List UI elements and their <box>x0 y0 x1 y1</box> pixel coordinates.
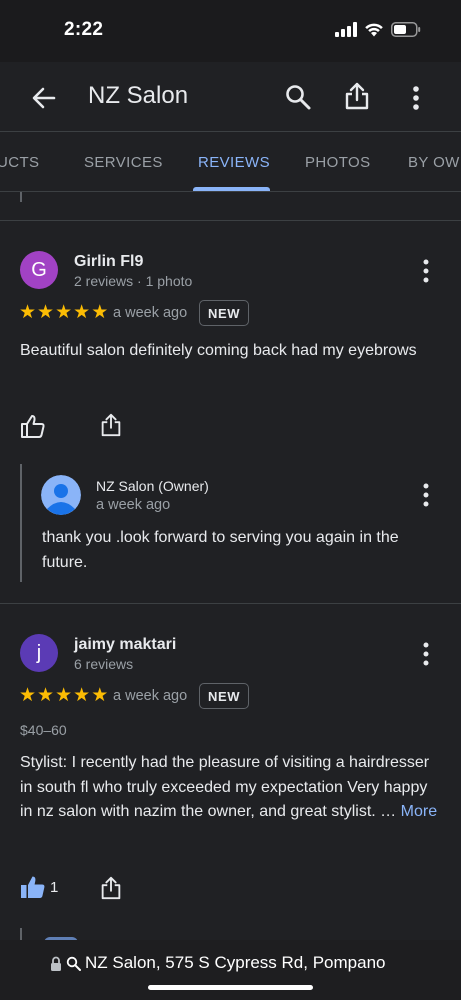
like-count: 1 <box>50 879 59 896</box>
avatar[interactable]: j <box>20 634 58 672</box>
star-icon: ★ <box>73 685 91 706</box>
new-badge: NEW <box>199 300 250 326</box>
divider <box>0 220 461 221</box>
more-vert-icon[interactable] <box>418 258 434 284</box>
star-icon: ★ <box>19 302 37 323</box>
tab-reviews[interactable]: REVIEWS <box>198 154 270 171</box>
divider <box>0 603 461 604</box>
star-icon: ★ <box>91 302 109 323</box>
more-vert-icon[interactable] <box>418 641 434 667</box>
share-icon[interactable] <box>98 875 124 901</box>
cellular-signal-icon <box>335 22 357 37</box>
thumbs-up-filled-icon[interactable] <box>20 874 46 900</box>
url-bar[interactable]: NZ Salon, 575 S Cypress Rd, Pompano <box>0 940 461 1000</box>
owner-reply-time: a week ago <box>96 497 171 513</box>
app-bar: NZ Salon <box>0 62 461 132</box>
star-icon: ★ <box>55 302 73 323</box>
more-link[interactable]: More <box>401 803 437 820</box>
person-icon <box>41 475 81 515</box>
owner-reply-text: thank you .look forward to serving you a… <box>42 529 399 571</box>
price-range: $40–60 <box>20 722 67 738</box>
tab-photos[interactable]: PHOTOS <box>305 154 370 171</box>
avatar[interactable]: G <box>20 251 58 289</box>
share-icon[interactable] <box>98 412 124 438</box>
reviewer-name[interactable]: Girlin Fl9 <box>74 253 143 271</box>
url-text: NZ Salon, 575 S Cypress Rd, Pompano <box>85 953 386 972</box>
battery-icon <box>391 22 421 37</box>
owner-name: NZ Salon (Owner) <box>96 478 209 494</box>
active-tab-indicator <box>193 187 270 191</box>
review-text: Stylist: I recently had the pleasure of … <box>20 751 440 825</box>
home-indicator[interactable] <box>148 985 313 990</box>
star-icon: ★ <box>19 685 37 706</box>
lock-icon <box>51 956 61 971</box>
reply-thread-line <box>20 464 22 582</box>
reply-thread-line <box>20 928 22 940</box>
star-icon: ★ <box>91 685 109 706</box>
star-icon: ★ <box>55 685 73 706</box>
wifi-icon <box>365 23 383 37</box>
tab-products[interactable]: UCTS <box>0 154 39 171</box>
tab-services[interactable]: SERVICES <box>84 154 163 171</box>
star-icon: ★ <box>73 302 91 323</box>
search-icon <box>66 956 81 971</box>
more-vert-icon[interactable] <box>418 482 434 508</box>
more-vert-icon[interactable] <box>404 84 428 112</box>
status-time: 2:22 <box>64 19 104 40</box>
url-display[interactable]: NZ Salon, 575 S Cypress Rd, Pompano <box>50 953 385 973</box>
reviewer-meta: 6 reviews <box>74 656 134 672</box>
review-time: a week ago <box>113 688 188 704</box>
reply-thread-line <box>20 192 22 202</box>
page-title: NZ Salon <box>88 82 189 109</box>
status-icons <box>335 22 421 37</box>
thumbs-up-icon[interactable] <box>20 413 46 439</box>
tab-by-owner[interactable]: BY OWI <box>408 154 461 171</box>
owner-avatar[interactable] <box>41 475 81 515</box>
tab-bar: UCTS SERVICES REVIEWS PHOTOS BY OWI <box>0 132 461 192</box>
back-arrow-icon[interactable] <box>30 84 58 112</box>
review-text-body: Stylist: I recently had the pleasure of … <box>20 754 430 820</box>
star-icon: ★ <box>37 685 55 706</box>
star-rating: ★ ★ ★ ★ ★ <box>19 303 108 323</box>
star-rating: ★ ★ ★ ★ ★ <box>19 686 108 706</box>
review-text: Beautiful salon definitely coming back h… <box>20 342 417 359</box>
reviewer-meta: 2 reviews · 1 photo <box>74 273 193 289</box>
reviewer-name[interactable]: jaimy maktari <box>74 636 176 654</box>
star-icon: ★ <box>37 302 55 323</box>
search-icon[interactable] <box>284 83 312 111</box>
share-icon[interactable] <box>343 81 371 111</box>
review-time: a week ago <box>113 305 188 321</box>
status-bar: 2:22 <box>0 0 461 62</box>
new-badge: NEW <box>199 683 250 709</box>
